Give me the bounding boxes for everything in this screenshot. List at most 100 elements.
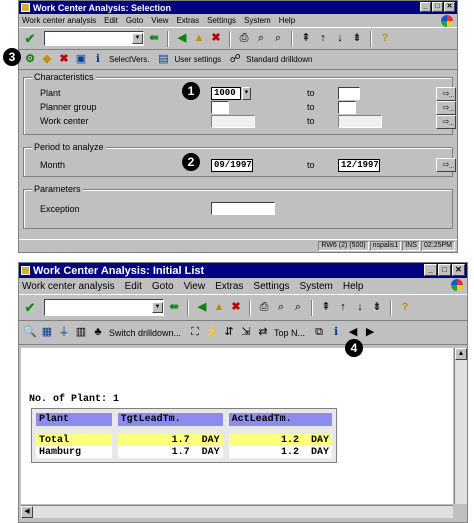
status-mode[interactable]: INS [402, 241, 420, 251]
find-next-icon[interactable]: ⌕ [291, 301, 305, 315]
command-field[interactable]: ▼ [44, 31, 144, 46]
minimize-button[interactable]: _ [420, 2, 431, 12]
month-from-input[interactable]: 09/1997 [211, 159, 253, 172]
drilldown-icon[interactable]: ♣ [91, 326, 105, 340]
column-header-tgtleadtm[interactable]: TgtLeadTm. [114, 413, 229, 426]
work-center-from-input[interactable] [211, 115, 255, 128]
switch-drilldown-button[interactable]: Switch drilldown... [109, 328, 181, 338]
planner-group-to-input[interactable] [338, 101, 356, 114]
menu-goto[interactable]: Goto [126, 16, 143, 25]
menu-view[interactable]: View [151, 16, 168, 25]
ranking-icon[interactable]: ⇄ [256, 326, 270, 340]
cancel-icon[interactable]: ✖ [209, 32, 223, 46]
selection-title-bar[interactable]: Work Center Analysis: Selection _ □ ✕ [19, 1, 457, 14]
save-variant-icon[interactable]: ▣ [74, 53, 88, 67]
close-button[interactable]: ✕ [452, 264, 465, 276]
menu-settings[interactable]: Settings [253, 281, 289, 292]
info-icon[interactable]: ℹ [91, 53, 105, 67]
planner-group-multiple-selection-button[interactable]: ⇨ [436, 101, 456, 116]
month-to-input[interactable]: 12/1997 [338, 159, 380, 172]
help-icon[interactable]: ? [378, 32, 392, 46]
vertical-scrollbar[interactable]: ▲ [454, 348, 467, 504]
next-page-icon[interactable]: ↓ [333, 32, 347, 46]
menu-extras[interactable]: Extras [215, 281, 243, 292]
standard-drilldown-button[interactable]: Standard drilldown [246, 55, 312, 64]
command-dropdown-icon[interactable]: ▼ [132, 33, 143, 44]
user-settings-button[interactable]: User settings [174, 55, 221, 64]
exit-icon[interactable]: ▲ [192, 32, 206, 46]
next-icon[interactable]: ▶ [363, 326, 377, 340]
next-page-icon[interactable]: ↓ [353, 301, 367, 315]
standard-drilldown-icon[interactable]: ☍ [228, 53, 242, 67]
last-page-icon[interactable]: ⇟ [350, 32, 364, 46]
planner-group-from-input[interactable] [211, 101, 229, 114]
menu-system[interactable]: System [300, 281, 333, 292]
table-row-hamburg[interactable]: Hamburg 1.7 DAY 1.2 DAY [36, 446, 332, 458]
calculator-icon[interactable]: ▦ [40, 326, 54, 340]
save-icon[interactable]: ⇚ [167, 301, 181, 315]
copy-icon[interactable]: ⧉ [312, 326, 326, 340]
help-icon[interactable]: ? [398, 301, 412, 315]
plant-multiple-selection-button[interactable]: ⇨ [436, 87, 456, 102]
previous-page-icon[interactable]: ↑ [336, 301, 350, 315]
plant-search-help-icon[interactable]: ▾ [242, 87, 251, 100]
find-next-icon[interactable]: ⌕ [271, 32, 285, 46]
sort-icon[interactable]: ⇵ [222, 326, 236, 340]
command-field[interactable]: ▼ [44, 299, 164, 316]
filter-icon[interactable]: ⏚ [57, 326, 71, 340]
delete-selection-icon[interactable]: ✖ [57, 53, 71, 67]
menu-extras[interactable]: Extras [176, 16, 199, 25]
enter-check-icon[interactable]: ✔ [23, 301, 37, 315]
column-header-actleadtm[interactable]: ActLeadTm. [225, 413, 332, 426]
execute-icon[interactable]: ⚙ [23, 53, 37, 67]
cancel-icon[interactable]: ✖ [229, 301, 243, 315]
exit-icon[interactable]: ▲ [212, 301, 226, 315]
magnifier-icon[interactable]: 🔍 [23, 326, 37, 340]
month-multiple-selection-button[interactable]: ⇨ [436, 158, 456, 173]
last-page-icon[interactable]: ⇟ [370, 301, 384, 315]
user-settings-icon[interactable]: ▤ [156, 53, 170, 67]
menu-view[interactable]: View [184, 281, 206, 292]
menu-settings[interactable]: Settings [207, 16, 236, 25]
print-icon[interactable]: ⎙ [237, 32, 251, 46]
command-dropdown-icon[interactable]: ▼ [152, 302, 163, 313]
top-n-button[interactable]: Top N... [274, 328, 305, 338]
minimize-button[interactable]: _ [424, 264, 437, 276]
first-page-icon[interactable]: ⇞ [319, 301, 333, 315]
graphics-icon[interactable]: ⚡ [205, 326, 219, 340]
previous-page-icon[interactable]: ↑ [316, 32, 330, 46]
maximize-button[interactable]: □ [438, 264, 451, 276]
menu-system[interactable]: System [244, 16, 271, 25]
maximize-button[interactable]: □ [432, 2, 443, 12]
enter-check-icon[interactable]: ✔ [23, 32, 37, 46]
export-icon[interactable]: ⇲ [239, 326, 253, 340]
scroll-up-icon[interactable]: ▲ [455, 348, 467, 360]
initial-list-title-bar[interactable]: Work Center Analysis: Initial List _ □ ✕ [19, 263, 467, 278]
menu-goto[interactable]: Goto [152, 281, 174, 292]
plant-to-input[interactable] [338, 87, 360, 100]
menu-work-center-analysis[interactable]: Work center analysis [22, 16, 96, 25]
execute-print-icon[interactable]: ◆ [40, 53, 54, 67]
back-icon[interactable]: ◀ [175, 32, 189, 46]
work-center-to-input[interactable] [338, 115, 382, 128]
plant-from-input[interactable]: 1000 [211, 87, 241, 100]
plant-cell[interactable]: Hamburg [36, 446, 118, 458]
horizontal-scrollbar[interactable]: ◀ [21, 505, 453, 518]
save-icon[interactable]: ⇚ [147, 32, 161, 46]
work-center-multiple-selection-button[interactable]: ⇨ [436, 115, 456, 130]
selectvers-button[interactable]: SelectVers. [109, 55, 149, 64]
plant-cell[interactable]: Total [36, 434, 118, 446]
hierarchy-icon[interactable]: ⛶ [188, 326, 202, 340]
characteristics-icon[interactable]: ▥ [74, 326, 88, 340]
exception-input[interactable] [211, 202, 275, 215]
menu-edit[interactable]: Edit [104, 16, 118, 25]
table-row-total[interactable]: Total 1.7 DAY 1.2 DAY [36, 434, 332, 446]
menu-help[interactable]: Help [343, 281, 364, 292]
close-button[interactable]: ✕ [444, 2, 455, 12]
info-icon[interactable]: ℹ [329, 326, 343, 340]
find-icon[interactable]: ⌕ [254, 32, 268, 46]
print-icon[interactable]: ⎙ [257, 301, 271, 315]
menu-work-center-analysis[interactable]: Work center analysis [22, 281, 115, 292]
scroll-left-icon[interactable]: ◀ [21, 506, 33, 518]
find-icon[interactable]: ⌕ [274, 301, 288, 315]
